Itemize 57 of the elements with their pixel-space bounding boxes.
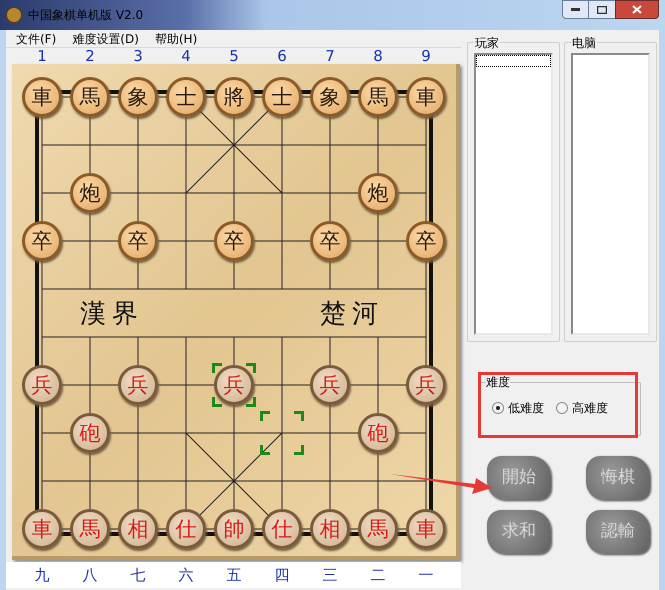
minimize-button[interactable] xyxy=(562,0,589,19)
close-icon xyxy=(632,5,642,14)
file-label: 4 xyxy=(180,48,192,64)
menu-item[interactable]: 难度设置(D) xyxy=(72,32,139,46)
group-title: 难度 xyxy=(486,375,510,389)
file-label: 8 xyxy=(372,48,384,64)
close-button[interactable] xyxy=(615,0,659,19)
app-icon xyxy=(6,7,22,23)
file-label: 3 xyxy=(132,48,144,64)
file-label: 三 xyxy=(322,567,338,583)
file-label: 八 xyxy=(82,567,98,583)
file-label: 7 xyxy=(324,48,336,64)
chess-piece[interactable]: 卒 xyxy=(214,221,254,261)
chess-piece[interactable]: 卒 xyxy=(310,221,350,261)
chess-piece[interactable]: 士 xyxy=(166,77,206,117)
panel-title: 玩家 xyxy=(474,34,500,52)
file-label: 5 xyxy=(228,48,240,64)
file-label: 二 xyxy=(370,567,386,583)
chess-piece[interactable]: 炮 xyxy=(358,173,398,213)
file-label: 四 xyxy=(274,567,290,583)
chess-piece[interactable]: 車 xyxy=(406,77,446,117)
minimize-icon xyxy=(571,8,580,11)
chess-piece[interactable]: 卒 xyxy=(22,221,62,261)
window-title: 中国象棋单机版 V2.0 xyxy=(28,7,144,24)
file-label: 2 xyxy=(84,48,96,64)
menu-item[interactable]: 文件(F) xyxy=(16,32,56,46)
file-label: 1 xyxy=(36,48,48,64)
file-label: 6 xyxy=(276,48,288,64)
player-list[interactable] xyxy=(474,53,553,335)
maximize-icon xyxy=(597,6,607,14)
chess-piece[interactable]: 象 xyxy=(310,77,350,117)
river-text: 漢界 xyxy=(80,299,144,329)
file-label: 9 xyxy=(420,48,432,64)
radio-label[interactable]: 低难度 xyxy=(508,399,544,417)
chess-piece[interactable]: 馬 xyxy=(358,77,398,117)
chess-piece[interactable]: 士 xyxy=(262,77,302,117)
radio-button[interactable] xyxy=(492,402,504,414)
chess-piece[interactable]: 馬 xyxy=(70,77,110,117)
file-label: 七 xyxy=(130,567,146,583)
file-label: 一 xyxy=(418,567,434,583)
chess-piece[interactable]: 卒 xyxy=(118,221,158,261)
river-text: 楚河 xyxy=(320,299,384,329)
radio-button[interactable] xyxy=(556,402,568,414)
file-label: 六 xyxy=(178,567,194,583)
chess-piece[interactable]: 炮 xyxy=(70,173,110,213)
file-label: 五 xyxy=(226,567,242,583)
computer-list[interactable] xyxy=(571,53,650,335)
chess-piece[interactable]: 象 xyxy=(118,77,158,117)
move-marker xyxy=(260,411,304,455)
menu-item[interactable]: 帮助(H) xyxy=(154,32,198,46)
radio-label[interactable]: 高难度 xyxy=(572,399,608,417)
maximize-button[interactable] xyxy=(589,0,615,19)
file-label: 九 xyxy=(34,567,50,583)
chess-piece[interactable]: 將 xyxy=(214,77,254,117)
move-marker xyxy=(212,363,256,407)
chess-piece[interactable]: 卒 xyxy=(406,221,446,261)
chess-piece[interactable]: 車 xyxy=(22,77,62,117)
